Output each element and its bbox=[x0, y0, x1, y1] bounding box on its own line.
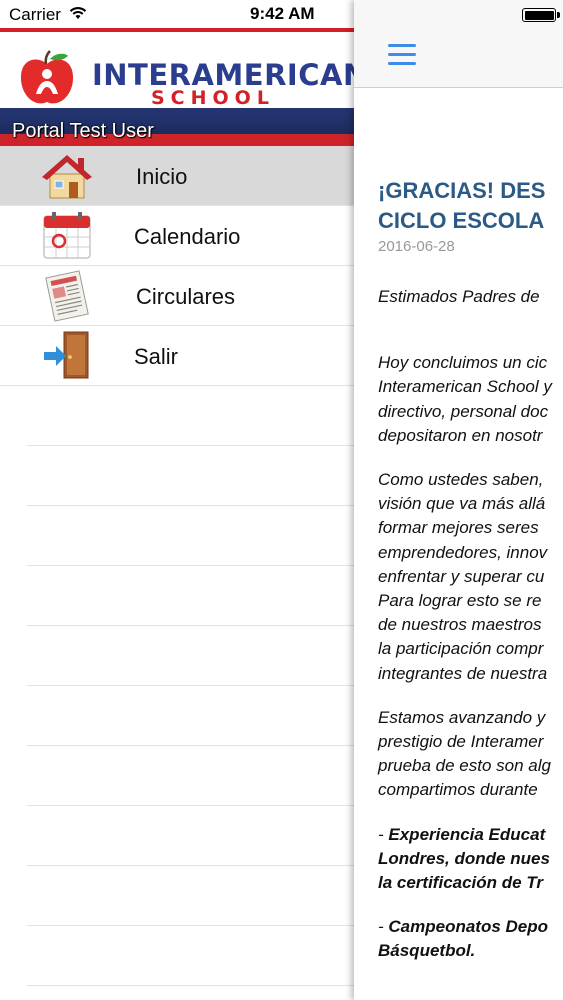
content-panel: ¡GRACIAS! DES CICLO ESCOLA 2016-06-28 Es… bbox=[354, 0, 563, 1000]
status-bar: Carrier 9:42 AM bbox=[0, 0, 354, 28]
header-stripe bbox=[0, 28, 354, 32]
empty-row bbox=[27, 626, 354, 686]
paragraph-2: Como ustedes saben, visión que va más all… bbox=[378, 470, 548, 683]
apple-logo-icon bbox=[20, 50, 74, 104]
empty-row bbox=[27, 506, 354, 566]
empty-row bbox=[27, 866, 354, 926]
article-title: ¡GRACIAS! DES CICLO ESCOLA bbox=[378, 178, 546, 233]
menu-list: Inicio Calendario Circulares Salir bbox=[0, 146, 354, 1000]
exit-door-icon bbox=[44, 331, 89, 379]
article: ¡GRACIAS! DES CICLO ESCOLA 2016-06-28 Es… bbox=[378, 176, 563, 964]
bullet-1: - Experiencia Educat Londres, donde nues… bbox=[378, 824, 550, 893]
greeting: Estimados Padres de bbox=[378, 287, 540, 306]
empty-row bbox=[27, 926, 354, 986]
article-date: 2016-06-28 bbox=[378, 238, 455, 255]
empty-row bbox=[27, 806, 354, 866]
side-menu: INTERAMERICAN SCHOOL Portal Test User In… bbox=[0, 28, 354, 1000]
carrier-label: Carrier bbox=[9, 5, 61, 24]
menu-item-label: Inicio bbox=[136, 164, 188, 189]
user-name: Portal Test User bbox=[12, 120, 154, 142]
menu-item-salir[interactable]: Salir bbox=[0, 326, 354, 386]
empty-row bbox=[27, 686, 354, 746]
menu-item-circulares[interactable]: Circulares bbox=[0, 266, 354, 326]
menu-item-label: Circulares bbox=[136, 284, 236, 309]
bullet-2: - Campeonatos Depo Básquetbol. bbox=[378, 917, 549, 961]
hamburger-menu-icon[interactable] bbox=[388, 44, 416, 66]
battery-nub bbox=[557, 12, 560, 18]
empty-row bbox=[27, 986, 354, 1000]
nav-bar bbox=[354, 0, 563, 88]
empty-row bbox=[27, 566, 354, 626]
empty-row bbox=[27, 446, 354, 506]
school-header: INTERAMERICAN SCHOOL Portal Test User bbox=[0, 28, 354, 146]
menu-item-calendario[interactable]: Calendario bbox=[0, 206, 354, 266]
house-icon bbox=[42, 155, 92, 199]
menu-item-label: Calendario bbox=[134, 224, 241, 249]
wifi-icon bbox=[69, 7, 87, 19]
clock: 9:42 AM bbox=[250, 4, 315, 23]
menu-item-inicio[interactable]: Inicio bbox=[0, 146, 354, 206]
calendar-icon bbox=[43, 212, 91, 259]
battery-icon bbox=[522, 8, 556, 22]
newspaper-icon bbox=[45, 270, 89, 322]
empty-row bbox=[27, 746, 354, 806]
menu-item-label: Salir bbox=[134, 344, 179, 369]
article-body: Estimados Padres de Hoy concluimos un ci… bbox=[378, 285, 563, 964]
school-subtitle: SCHOOL bbox=[151, 87, 275, 109]
empty-row bbox=[27, 386, 354, 446]
paragraph-1: Hoy concluimos un cic Interamerican Schoo… bbox=[378, 353, 552, 445]
paragraph-3: Estamos avanzando y prestigio de Interame… bbox=[378, 707, 551, 800]
